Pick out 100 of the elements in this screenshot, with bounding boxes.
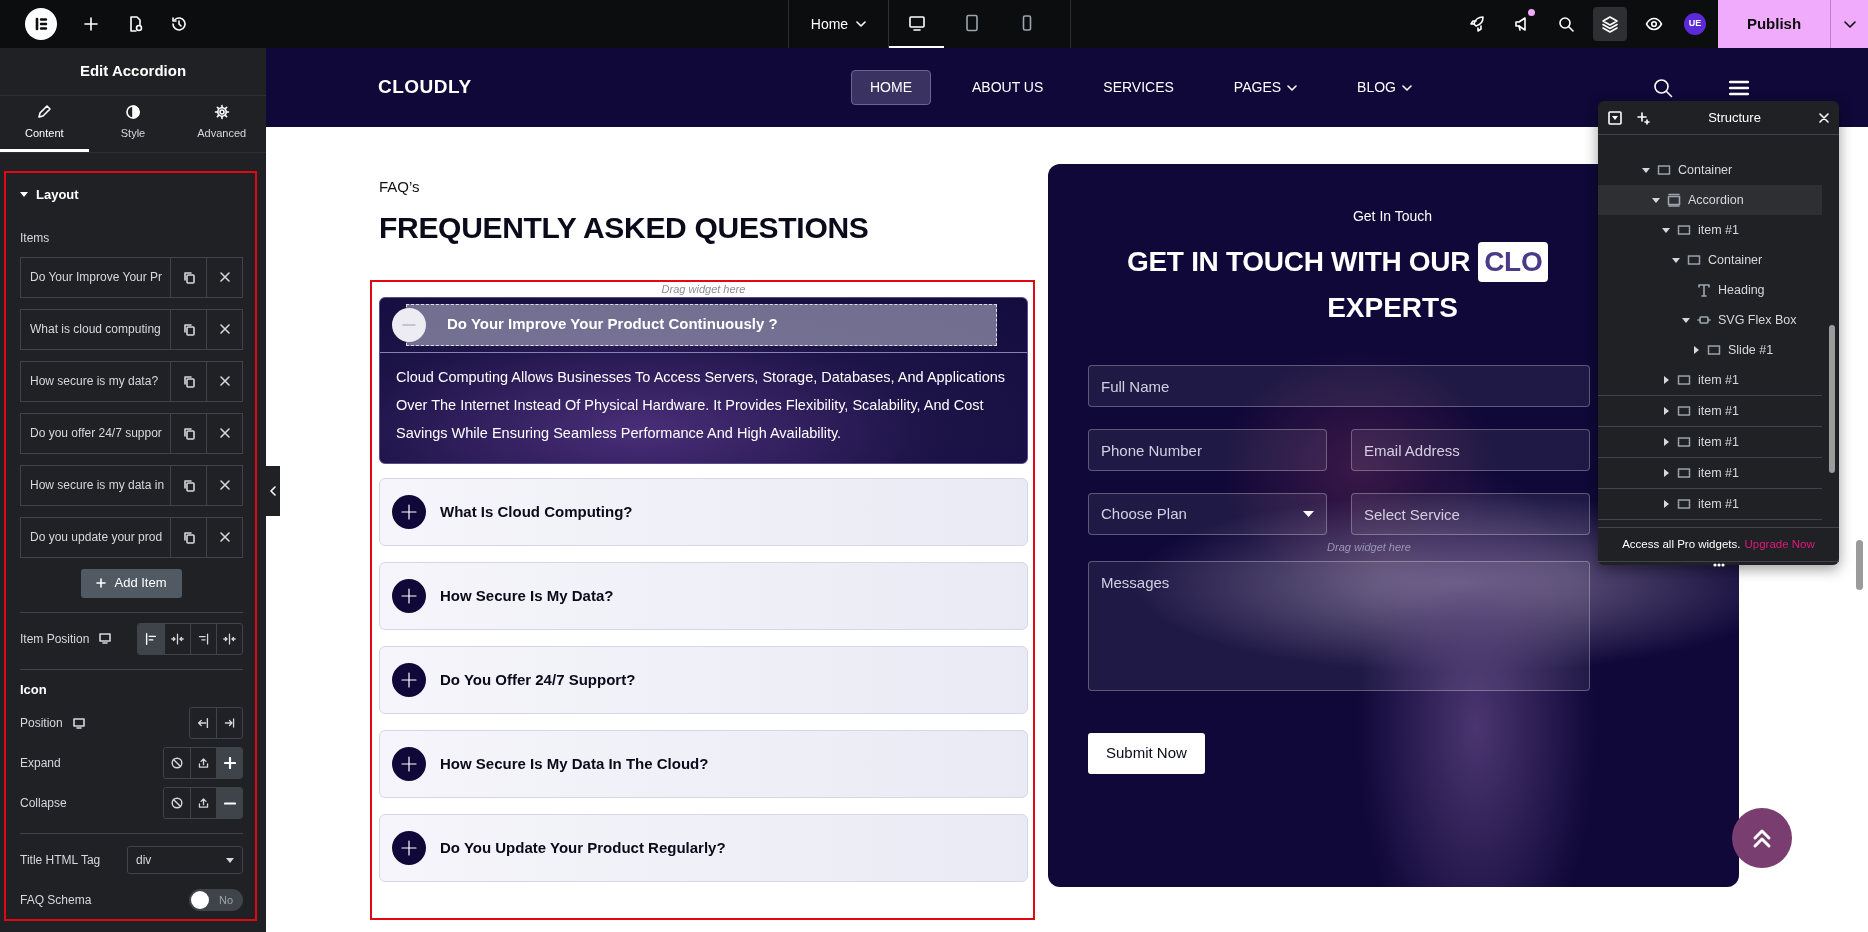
caret-down-icon [1672,256,1680,264]
section-eyebrow: FAQ’s [378,177,421,197]
tree-item[interactable]: Container [1598,245,1822,275]
chevron-down-icon [856,21,867,27]
field-label: Items [20,229,51,247]
tree-item[interactable]: Heading [1598,275,1822,305]
caret-down-icon [1652,196,1660,204]
layers-button[interactable] [1593,7,1627,41]
contrast-icon [125,103,141,120]
align-center-icon [171,630,184,647]
more-icon[interactable] [1711,562,1726,568]
expand-icon [392,747,426,782]
tag-select[interactable]: div [127,846,243,874]
nav-link[interactable]: HOME [851,70,931,105]
option-button[interactable] [216,748,242,778]
highlight-word: CLO [1478,242,1549,282]
notification-dot [1528,9,1535,16]
search-icon [1557,15,1575,33]
collapse-panel-button[interactable] [266,466,280,516]
faq-schema-switch[interactable]: No [189,889,243,911]
section-heading: FREQUENTLY ASKED QUESTIONS [378,209,870,246]
section-toggle[interactable]: Layout [20,185,79,205]
accordion-title[interactable]: Do You Offer 24/7 Support? [380,647,1027,714]
align-end-icon [197,630,210,647]
tree-item[interactable]: item #1 [1598,396,1822,427]
copy-icon [182,478,195,492]
dropdown-field[interactable]: Choose Plan [1088,493,1327,535]
submit-button[interactable]: Submit Now [1088,733,1205,774]
upgrade-link[interactable]: Upgrade Now [1744,535,1815,554]
caret-right-icon [1662,438,1670,446]
tree-item[interactable]: Container [1598,155,1822,185]
scroll-to-top-button[interactable] [1732,808,1792,868]
history-icon[interactable] [170,15,188,33]
option-button[interactable] [138,623,164,654]
caret-right-icon [1662,376,1670,384]
tree-item[interactable]: Slide #1 [1598,335,1822,365]
control-label: FAQ Schema [20,892,92,909]
container-icon [1687,253,1701,267]
accordion-title[interactable]: How Secure Is My Data? [380,563,1027,630]
container-icon [1677,466,1691,480]
chevron-left-icon [270,486,276,496]
nav-link[interactable]: PAGES [1214,70,1317,105]
drop-hint: Drag widget here [1326,540,1412,554]
tree-item[interactable]: item #1 [1598,427,1822,458]
close-icon [218,427,231,439]
expand-icon [392,579,426,614]
pencil-icon [36,103,53,120]
sparkle-icon[interactable] [1636,110,1650,125]
tree-item[interactable]: item #1 [1598,458,1822,489]
card-heading: EXPERTS [1327,291,1458,325]
user-avatar[interactable]: UE [1684,13,1706,35]
container-icon [1677,223,1691,237]
tree-item[interactable]: SVG Flex Box [1598,305,1822,335]
rocket-icon [1469,15,1487,33]
eye-icon [1645,15,1663,33]
accordion-title[interactable]: Do You Update Your Product Regularly? [380,815,1027,882]
chevron-down-icon [1401,84,1412,91]
no-icon-symbol [170,795,184,811]
caret-right-icon [1692,346,1700,354]
accordion-title[interactable]: What Is Cloud Computing? [380,479,1027,546]
panel-tab[interactable]: Content [0,96,89,152]
tree-item[interactable]: item #1 [1598,365,1822,396]
layers-icon [1601,15,1619,33]
nav-link[interactable]: ABOUT US [953,70,1063,105]
accordion-title[interactable]: How Secure Is My Data In The Cloud? [380,731,1027,798]
tree-item[interactable]: item #1 [1598,489,1822,520]
collapse-icon [392,307,426,342]
panel-tab[interactable]: Style [88,96,178,152]
chevron-down-icon [1843,20,1856,28]
close-icon [218,323,231,335]
nav-link[interactable]: BLOG [1338,70,1431,105]
plus-icon [223,757,236,769]
site-logo[interactable]: CLOUDLY [378,73,851,102]
desktop-icon [907,14,926,32]
caret-right-icon [1662,469,1670,477]
upload-icon [197,795,210,811]
close-icon [218,479,231,491]
copy-icon [182,426,195,440]
control-label: Title HTML Tag [20,852,101,869]
dropdown-icon[interactable] [1608,110,1622,125]
tree-item[interactable]: Accordion [1598,185,1822,215]
elementor-logo-icon[interactable] [25,8,57,40]
tree-item[interactable]: item #1 [1598,215,1822,245]
menu-icon [1728,79,1749,96]
nav-link[interactable]: SERVICES [1084,70,1193,105]
accordion-icon [1667,193,1681,207]
expand-icon [392,831,426,866]
align-end-icon [223,715,236,731]
panel-tab[interactable]: Advanced [177,96,266,152]
add-item-button[interactable]: Add Item [81,568,182,598]
close-icon[interactable] [1819,112,1829,123]
card-eyebrow: Get In Touch [1352,207,1433,226]
promo-text: Access all Pro widgets. [1622,536,1741,552]
search-button[interactable] [1652,77,1673,98]
minus-icon [223,801,236,805]
publish-button[interactable]: Publish [1718,0,1830,48]
close-icon [218,271,231,283]
stretch-icon [223,630,236,647]
add-icon[interactable] [82,15,100,33]
expand-icon [392,495,426,530]
